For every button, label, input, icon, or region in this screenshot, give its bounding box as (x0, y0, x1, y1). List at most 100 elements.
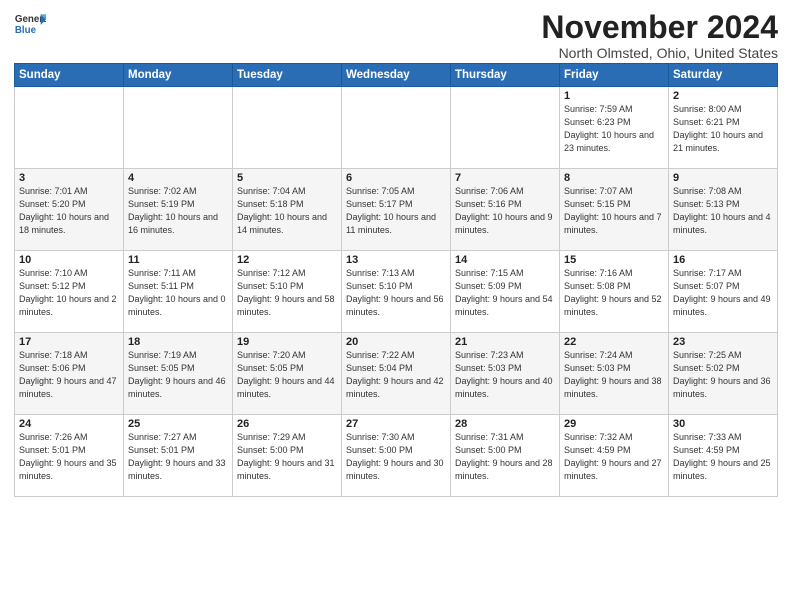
day-number: 23 (673, 336, 773, 348)
day-info: Sunrise: 7:23 AM Sunset: 5:03 PM Dayligh… (455, 349, 555, 401)
calendar-cell: 29Sunrise: 7:32 AM Sunset: 4:59 PM Dayli… (560, 415, 669, 497)
day-info: Sunrise: 7:24 AM Sunset: 5:03 PM Dayligh… (564, 349, 664, 401)
calendar-week-1: 3Sunrise: 7:01 AM Sunset: 5:20 PM Daylig… (15, 169, 778, 251)
title-block: November 2024 North Olmsted, Ohio, Unite… (541, 10, 778, 61)
day-info: Sunrise: 7:26 AM Sunset: 5:01 PM Dayligh… (19, 431, 119, 483)
calendar-cell: 5Sunrise: 7:04 AM Sunset: 5:18 PM Daylig… (233, 169, 342, 251)
day-number: 12 (237, 254, 337, 266)
header: General Blue November 2024 North Olmsted… (14, 10, 778, 61)
logo: General Blue (14, 10, 46, 38)
logo-icon: General Blue (14, 10, 46, 38)
day-info: Sunrise: 7:11 AM Sunset: 5:11 PM Dayligh… (128, 267, 228, 319)
day-number: 18 (128, 336, 228, 348)
day-number: 7 (455, 172, 555, 184)
day-info: Sunrise: 7:22 AM Sunset: 5:04 PM Dayligh… (346, 349, 446, 401)
calendar-cell: 7Sunrise: 7:06 AM Sunset: 5:16 PM Daylig… (451, 169, 560, 251)
day-number: 9 (673, 172, 773, 184)
col-monday: Monday (124, 64, 233, 87)
calendar-cell (233, 87, 342, 169)
day-info: Sunrise: 7:08 AM Sunset: 5:13 PM Dayligh… (673, 185, 773, 237)
day-number: 15 (564, 254, 664, 266)
calendar-week-2: 10Sunrise: 7:10 AM Sunset: 5:12 PM Dayli… (15, 251, 778, 333)
calendar-cell: 15Sunrise: 7:16 AM Sunset: 5:08 PM Dayli… (560, 251, 669, 333)
svg-text:Blue: Blue (15, 25, 37, 36)
day-info: Sunrise: 7:13 AM Sunset: 5:10 PM Dayligh… (346, 267, 446, 319)
calendar-cell: 22Sunrise: 7:24 AM Sunset: 5:03 PM Dayli… (560, 333, 669, 415)
day-info: Sunrise: 7:06 AM Sunset: 5:16 PM Dayligh… (455, 185, 555, 237)
day-number: 2 (673, 90, 773, 102)
day-number: 4 (128, 172, 228, 184)
calendar-week-4: 24Sunrise: 7:26 AM Sunset: 5:01 PM Dayli… (15, 415, 778, 497)
col-sunday: Sunday (15, 64, 124, 87)
calendar-table: Sunday Monday Tuesday Wednesday Thursday… (14, 63, 778, 497)
page-container: General Blue November 2024 North Olmsted… (0, 0, 792, 503)
calendar-cell: 21Sunrise: 7:23 AM Sunset: 5:03 PM Dayli… (451, 333, 560, 415)
calendar-cell: 30Sunrise: 7:33 AM Sunset: 4:59 PM Dayli… (669, 415, 778, 497)
calendar-cell: 4Sunrise: 7:02 AM Sunset: 5:19 PM Daylig… (124, 169, 233, 251)
day-info: Sunrise: 7:04 AM Sunset: 5:18 PM Dayligh… (237, 185, 337, 237)
day-info: Sunrise: 7:05 AM Sunset: 5:17 PM Dayligh… (346, 185, 446, 237)
day-number: 29 (564, 418, 664, 430)
day-info: Sunrise: 7:01 AM Sunset: 5:20 PM Dayligh… (19, 185, 119, 237)
calendar-cell: 23Sunrise: 7:25 AM Sunset: 5:02 PM Dayli… (669, 333, 778, 415)
calendar-cell: 17Sunrise: 7:18 AM Sunset: 5:06 PM Dayli… (15, 333, 124, 415)
calendar-cell: 13Sunrise: 7:13 AM Sunset: 5:10 PM Dayli… (342, 251, 451, 333)
calendar-cell: 24Sunrise: 7:26 AM Sunset: 5:01 PM Dayli… (15, 415, 124, 497)
day-number: 8 (564, 172, 664, 184)
day-info: Sunrise: 7:19 AM Sunset: 5:05 PM Dayligh… (128, 349, 228, 401)
calendar-cell: 6Sunrise: 7:05 AM Sunset: 5:17 PM Daylig… (342, 169, 451, 251)
calendar-cell: 25Sunrise: 7:27 AM Sunset: 5:01 PM Dayli… (124, 415, 233, 497)
day-number: 24 (19, 418, 119, 430)
calendar-cell: 3Sunrise: 7:01 AM Sunset: 5:20 PM Daylig… (15, 169, 124, 251)
day-number: 10 (19, 254, 119, 266)
calendar-cell: 10Sunrise: 7:10 AM Sunset: 5:12 PM Dayli… (15, 251, 124, 333)
day-number: 13 (346, 254, 446, 266)
day-number: 25 (128, 418, 228, 430)
col-thursday: Thursday (451, 64, 560, 87)
month-title: November 2024 (541, 10, 778, 45)
location: North Olmsted, Ohio, United States (541, 45, 778, 61)
day-info: Sunrise: 7:16 AM Sunset: 5:08 PM Dayligh… (564, 267, 664, 319)
col-saturday: Saturday (669, 64, 778, 87)
col-tuesday: Tuesday (233, 64, 342, 87)
header-row: Sunday Monday Tuesday Wednesday Thursday… (15, 64, 778, 87)
day-info: Sunrise: 7:20 AM Sunset: 5:05 PM Dayligh… (237, 349, 337, 401)
day-info: Sunrise: 7:30 AM Sunset: 5:00 PM Dayligh… (346, 431, 446, 483)
day-number: 27 (346, 418, 446, 430)
day-number: 1 (564, 90, 664, 102)
col-friday: Friday (560, 64, 669, 87)
calendar-cell (342, 87, 451, 169)
calendar-cell: 2Sunrise: 8:00 AM Sunset: 6:21 PM Daylig… (669, 87, 778, 169)
calendar-cell: 20Sunrise: 7:22 AM Sunset: 5:04 PM Dayli… (342, 333, 451, 415)
calendar-cell: 19Sunrise: 7:20 AM Sunset: 5:05 PM Dayli… (233, 333, 342, 415)
day-number: 22 (564, 336, 664, 348)
day-number: 30 (673, 418, 773, 430)
calendar-cell: 1Sunrise: 7:59 AM Sunset: 6:23 PM Daylig… (560, 87, 669, 169)
calendar-cell: 9Sunrise: 7:08 AM Sunset: 5:13 PM Daylig… (669, 169, 778, 251)
day-info: Sunrise: 7:17 AM Sunset: 5:07 PM Dayligh… (673, 267, 773, 319)
day-number: 17 (19, 336, 119, 348)
day-number: 11 (128, 254, 228, 266)
calendar-cell: 26Sunrise: 7:29 AM Sunset: 5:00 PM Dayli… (233, 415, 342, 497)
day-info: Sunrise: 7:15 AM Sunset: 5:09 PM Dayligh… (455, 267, 555, 319)
day-number: 3 (19, 172, 119, 184)
day-number: 16 (673, 254, 773, 266)
calendar-cell: 8Sunrise: 7:07 AM Sunset: 5:15 PM Daylig… (560, 169, 669, 251)
calendar-cell: 18Sunrise: 7:19 AM Sunset: 5:05 PM Dayli… (124, 333, 233, 415)
day-info: Sunrise: 7:07 AM Sunset: 5:15 PM Dayligh… (564, 185, 664, 237)
day-info: Sunrise: 7:31 AM Sunset: 5:00 PM Dayligh… (455, 431, 555, 483)
day-info: Sunrise: 7:32 AM Sunset: 4:59 PM Dayligh… (564, 431, 664, 483)
day-number: 20 (346, 336, 446, 348)
calendar-cell (15, 87, 124, 169)
calendar-cell (124, 87, 233, 169)
calendar-cell: 11Sunrise: 7:11 AM Sunset: 5:11 PM Dayli… (124, 251, 233, 333)
day-info: Sunrise: 7:18 AM Sunset: 5:06 PM Dayligh… (19, 349, 119, 401)
calendar-cell: 14Sunrise: 7:15 AM Sunset: 5:09 PM Dayli… (451, 251, 560, 333)
day-info: Sunrise: 7:10 AM Sunset: 5:12 PM Dayligh… (19, 267, 119, 319)
calendar-cell (451, 87, 560, 169)
day-info: Sunrise: 7:02 AM Sunset: 5:19 PM Dayligh… (128, 185, 228, 237)
calendar-cell: 16Sunrise: 7:17 AM Sunset: 5:07 PM Dayli… (669, 251, 778, 333)
calendar-cell: 28Sunrise: 7:31 AM Sunset: 5:00 PM Dayli… (451, 415, 560, 497)
day-number: 6 (346, 172, 446, 184)
day-number: 28 (455, 418, 555, 430)
